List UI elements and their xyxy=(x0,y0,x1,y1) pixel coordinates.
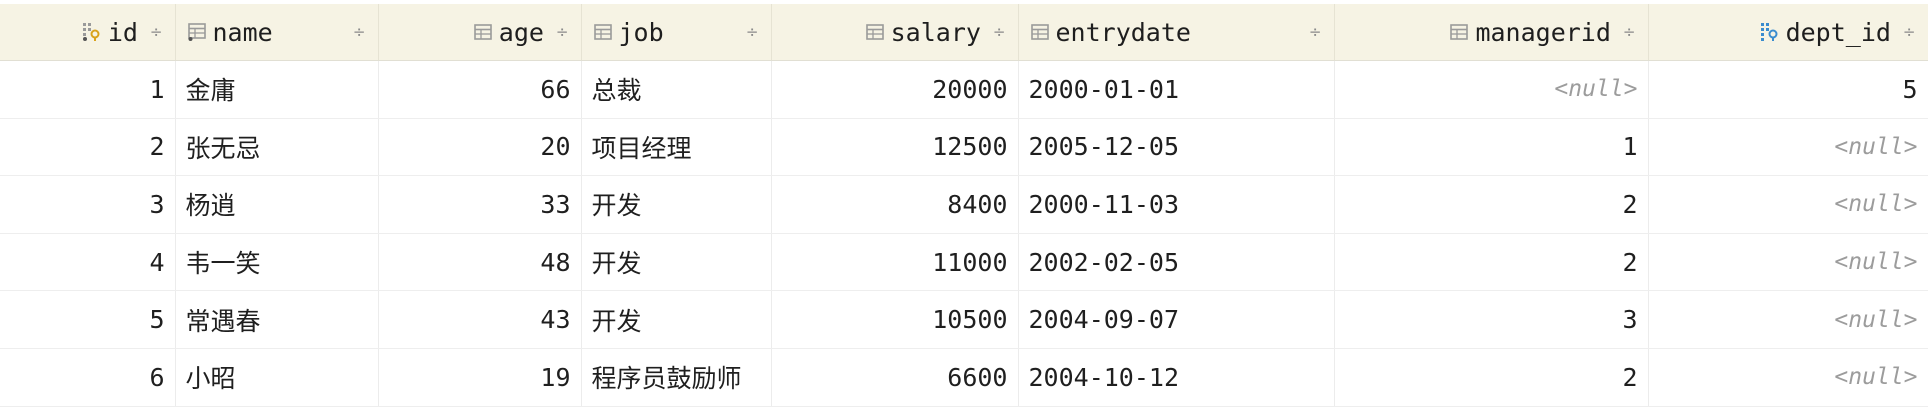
table-row[interactable]: 5 常遇春 43 开发 10500 2004-09-07 3 <null> xyxy=(0,290,1928,349)
cell-age[interactable]: 19 xyxy=(378,348,582,407)
cell-name[interactable]: 张无忌 xyxy=(175,118,379,177)
header-row: id ÷ name ÷ age ÷ job ÷ salary ÷ entryda… xyxy=(0,4,1928,61)
cell-dept-id[interactable]: 5 xyxy=(1648,60,1928,119)
cell-dept-id[interactable]: <null> xyxy=(1648,233,1928,292)
table-row[interactable]: 1 金庸 66 总裁 20000 2000-01-01 <null> 5 xyxy=(0,60,1928,119)
sort-icon[interactable]: ÷ xyxy=(353,23,366,41)
cell-name[interactable]: 常遇春 xyxy=(175,290,379,349)
cell-id[interactable]: 4 xyxy=(0,233,176,292)
cell-managerid[interactable]: <null> xyxy=(1334,60,1649,119)
column-header-age[interactable]: age ÷ xyxy=(378,4,582,61)
table-row[interactable]: 3 杨逍 33 开发 8400 2000-11-03 2 <null> xyxy=(0,175,1928,234)
cell-salary[interactable]: 20000 xyxy=(771,60,1019,119)
primary-key-column-icon xyxy=(82,23,101,41)
foreign-key-column-icon xyxy=(1760,23,1779,41)
column-header-id[interactable]: id ÷ xyxy=(0,4,176,61)
cell-entrydate[interactable]: 2000-01-01 xyxy=(1018,60,1335,119)
cell-age[interactable]: 66 xyxy=(378,60,582,119)
table-row[interactable]: 4 韦一笑 48 开发 11000 2002-02-05 2 <null> xyxy=(0,233,1928,292)
cell-salary[interactable]: 11000 xyxy=(771,233,1019,292)
cell-salary[interactable]: 6600 xyxy=(771,348,1019,407)
cell-entrydate[interactable]: 2005-12-05 xyxy=(1018,118,1335,177)
cell-dept-id[interactable]: <null> xyxy=(1648,290,1928,349)
cell-job[interactable]: 程序员鼓励师 xyxy=(581,348,772,407)
cell-dept-id[interactable]: <null> xyxy=(1648,348,1928,407)
cell-entrydate[interactable]: 2002-02-05 xyxy=(1018,233,1335,292)
cell-id[interactable]: 6 xyxy=(0,348,176,407)
column-header-entrydate[interactable]: entrydate ÷ xyxy=(1018,4,1335,61)
cell-salary[interactable]: 8400 xyxy=(771,175,1019,234)
column-header-salary[interactable]: salary ÷ xyxy=(771,4,1019,61)
cell-id[interactable]: 5 xyxy=(0,290,176,349)
cell-job[interactable]: 总裁 xyxy=(581,60,772,119)
cell-age[interactable]: 43 xyxy=(378,290,582,349)
column-header-label: managerid xyxy=(1475,17,1611,47)
column-header-managerid[interactable]: managerid ÷ xyxy=(1334,4,1649,61)
sort-icon[interactable]: ÷ xyxy=(1903,23,1916,41)
cell-name[interactable]: 金庸 xyxy=(175,60,379,119)
sort-icon[interactable]: ÷ xyxy=(993,23,1006,41)
data-grid: id ÷ name ÷ age ÷ job ÷ salary ÷ entryda… xyxy=(0,4,1928,416)
cell-name[interactable]: 小昭 xyxy=(175,348,379,407)
cell-salary[interactable]: 10500 xyxy=(771,290,1019,349)
column-header-label: id xyxy=(107,17,138,47)
cell-dept-id[interactable]: <null> xyxy=(1648,118,1928,177)
cell-job[interactable]: 开发 xyxy=(581,290,772,349)
sort-icon[interactable]: ÷ xyxy=(1309,23,1322,41)
cell-job[interactable]: 项目经理 xyxy=(581,118,772,177)
sort-icon[interactable]: ÷ xyxy=(746,23,759,41)
column-header-label: age xyxy=(498,17,544,47)
cell-id[interactable]: 3 xyxy=(0,175,176,234)
cell-age[interactable]: 33 xyxy=(378,175,582,234)
cell-name[interactable]: 杨逍 xyxy=(175,175,379,234)
column-icon xyxy=(1450,23,1469,41)
column-header-label: name xyxy=(212,17,273,47)
result-table: id ÷ name ÷ age ÷ job ÷ salary ÷ entryda… xyxy=(0,4,1928,407)
cell-job[interactable]: 开发 xyxy=(581,175,772,234)
cell-id[interactable]: 2 xyxy=(0,118,176,177)
cell-entrydate[interactable]: 2004-09-07 xyxy=(1018,290,1335,349)
column-header-label: job xyxy=(618,17,664,47)
sort-icon[interactable]: ÷ xyxy=(556,23,569,41)
column-icon xyxy=(593,23,612,41)
column-header-label: entrydate xyxy=(1055,17,1191,47)
cell-dept-id[interactable]: <null> xyxy=(1648,175,1928,234)
cell-job[interactable]: 开发 xyxy=(581,233,772,292)
cell-managerid[interactable]: 2 xyxy=(1334,175,1649,234)
sort-icon[interactable]: ÷ xyxy=(1623,23,1636,41)
column-header-job[interactable]: job ÷ xyxy=(581,4,772,61)
table-row[interactable]: 2 张无忌 20 项目经理 12500 2005-12-05 1 <null> xyxy=(0,118,1928,177)
column-header-name[interactable]: name ÷ xyxy=(175,4,379,61)
cell-age[interactable]: 20 xyxy=(378,118,582,177)
table-body: 1 金庸 66 总裁 20000 2000-01-01 <null> 5 2 张无忌 20 项目经理 1… xyxy=(0,60,1928,407)
cell-entrydate[interactable]: 2000-11-03 xyxy=(1018,175,1335,234)
cell-managerid[interactable]: 2 xyxy=(1334,348,1649,407)
table-row[interactable]: 6 小昭 19 程序员鼓励师 6600 2004-10-12 2 <null> xyxy=(0,348,1928,407)
cell-managerid[interactable]: 1 xyxy=(1334,118,1649,177)
column-icon xyxy=(865,23,884,41)
cell-managerid[interactable]: 2 xyxy=(1334,233,1649,292)
cell-id[interactable]: 1 xyxy=(0,60,176,119)
cell-name[interactable]: 韦一笑 xyxy=(175,233,379,292)
cell-entrydate[interactable]: 2004-10-12 xyxy=(1018,348,1335,407)
column-icon xyxy=(473,23,492,41)
cell-age[interactable]: 48 xyxy=(378,233,582,292)
cell-managerid[interactable]: 3 xyxy=(1334,290,1649,349)
column-header-dept-id[interactable]: dept_id ÷ xyxy=(1648,4,1928,61)
column-not-null-icon xyxy=(187,23,206,41)
column-header-label: salary xyxy=(890,17,981,47)
sort-icon[interactable]: ÷ xyxy=(150,23,163,41)
column-header-label: dept_id xyxy=(1785,17,1891,47)
column-icon xyxy=(1030,23,1049,41)
cell-salary[interactable]: 12500 xyxy=(771,118,1019,177)
